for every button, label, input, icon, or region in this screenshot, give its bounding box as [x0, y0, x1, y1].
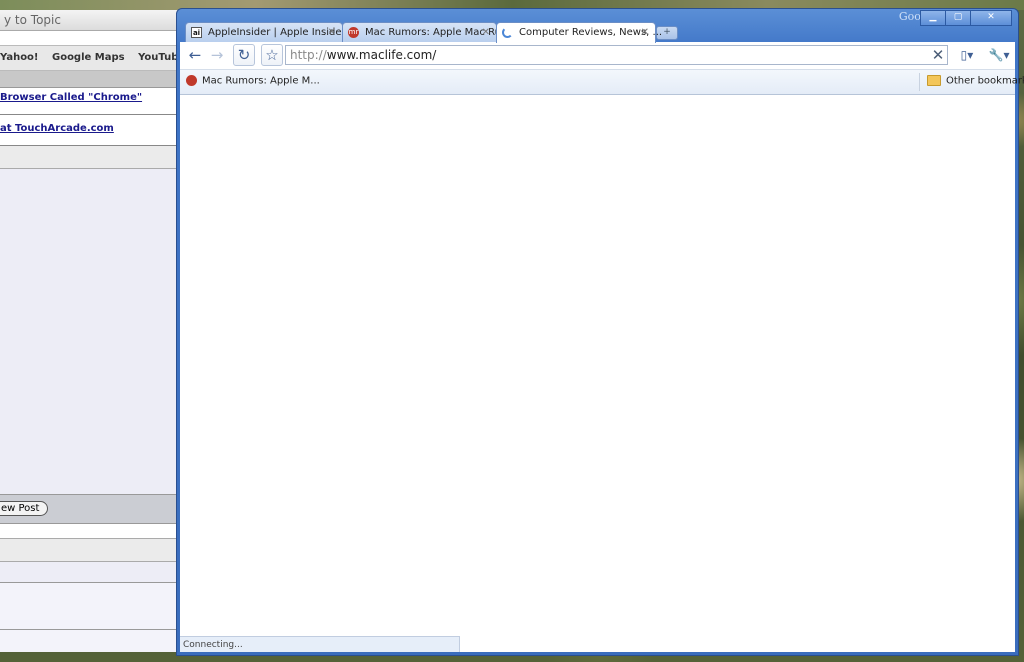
navigation-toolbar: ← → ↻ ☆ http://www.maclife.com/ ✕ ▯▾ 🔧▾ — [180, 42, 1015, 70]
macrumors-favicon-icon: mr — [348, 27, 359, 38]
wrench-menu-button[interactable]: 🔧▾ — [985, 44, 1013, 66]
link-youtube[interactable]: YouTube — [138, 52, 180, 63]
macrumors-favicon-icon — [186, 75, 197, 86]
other-bookmarks-label: Other bookmarks — [946, 75, 1024, 87]
window-controls: ▁ ▢ ✕ — [920, 10, 1012, 26]
topic-row: Browser Called "Chrome" — [0, 88, 180, 115]
background-spacer-row — [0, 630, 180, 652]
forward-button[interactable]: → — [206, 44, 228, 66]
background-divider-band — [0, 146, 180, 169]
background-window-title: y to Topic — [0, 10, 180, 31]
chrome-window[interactable]: Google ▁ ▢ ✕ ai AppleInsider | Apple Ins… — [176, 8, 1024, 656]
address-bar[interactable]: http://www.maclife.com/ — [285, 45, 948, 65]
tab-appleinsider[interactable]: ai AppleInsider | Apple Inside... ✕ — [185, 22, 351, 42]
background-divider-band — [0, 539, 180, 562]
page-menu-button[interactable]: ▯▾ — [953, 44, 981, 66]
tab-maclife-active[interactable]: Computer Reviews, News, ... ✕ — [496, 22, 662, 43]
close-tab-icon[interactable]: ✕ — [482, 23, 490, 42]
bookmarks-bar: Mac Rumors: Apple M... Other bookmarks — [180, 70, 1024, 95]
background-spacer-row — [0, 562, 180, 583]
stop-loading-button[interactable]: ✕ — [929, 44, 947, 66]
link-google-maps[interactable]: Google Maps — [52, 52, 125, 63]
minimize-button[interactable]: ▁ — [920, 10, 946, 26]
topic-row: at TouchArcade.com — [0, 115, 180, 146]
background-address-bar[interactable] — [0, 31, 180, 46]
page-content-area[interactable]: Connecting... — [180, 95, 1015, 652]
background-section-band — [0, 71, 180, 88]
topic-link-chrome[interactable]: Browser Called "Chrome" — [0, 92, 142, 103]
reload-button[interactable]: ↻ — [233, 44, 255, 66]
link-yahoo[interactable]: Yahoo! — [0, 52, 39, 63]
status-bubble: Connecting... — [180, 636, 460, 652]
maximize-button[interactable]: ▢ — [945, 10, 971, 26]
bookmark-star-button[interactable]: ☆ — [261, 44, 283, 66]
topic-link-toucharcade[interactable]: at TouchArcade.com — [0, 123, 114, 134]
background-spacer-row — [0, 524, 180, 539]
close-tab-icon[interactable]: ✕ — [641, 23, 649, 42]
background-browser-window[interactable]: y to Topic Yahoo! Google Maps YouTube Ex… — [0, 10, 181, 652]
bookmark-macrumors[interactable]: Mac Rumors: Apple M... — [186, 75, 320, 87]
background-links-bar: Yahoo! Google Maps YouTube Ex — [0, 46, 180, 71]
bookmarks-divider — [919, 73, 920, 91]
appleinsider-favicon-icon: ai — [191, 27, 202, 38]
url-protocol: http:// — [290, 48, 327, 62]
new-post-button[interactable]: ew Post — [0, 501, 49, 516]
close-tab-icon[interactable]: ✕ — [328, 23, 336, 42]
bookmark-label: Mac Rumors: Apple M... — [202, 75, 320, 87]
back-button[interactable]: ← — [184, 44, 206, 66]
loading-spinner-icon — [502, 27, 513, 38]
other-bookmarks-button[interactable]: Other bookmarks — [927, 75, 1024, 87]
background-spacer-row — [0, 583, 180, 630]
folder-icon — [927, 75, 941, 86]
tab-macrumors[interactable]: mr Mac Rumors: Apple Mac Ru... ✕ — [342, 22, 510, 42]
close-window-button[interactable]: ✕ — [970, 10, 1012, 26]
background-page-area — [0, 169, 180, 494]
url-host: www.maclife.com/ — [326, 48, 437, 62]
background-button-row: ew Post — [0, 494, 180, 524]
address-url[interactable]: http://www.maclife.com/ — [290, 48, 436, 62]
